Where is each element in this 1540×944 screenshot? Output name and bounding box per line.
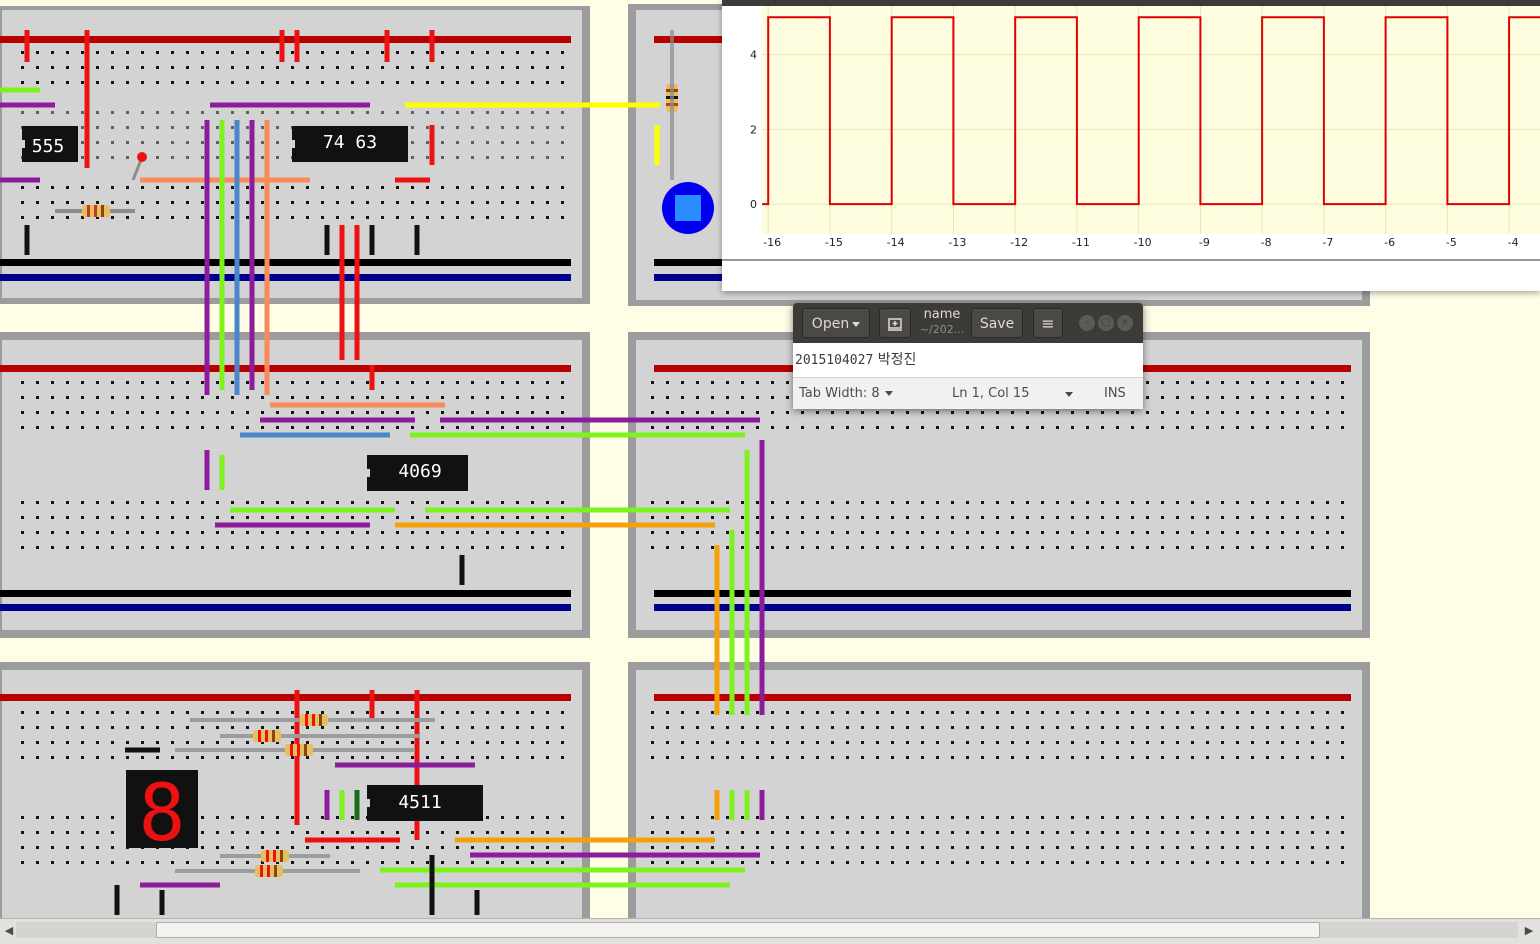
editor-headerbar: Open name ~/202... Save ≡ – □ × bbox=[793, 303, 1143, 343]
new-document-button[interactable] bbox=[879, 308, 911, 338]
scope-plot-background bbox=[762, 6, 1540, 234]
maximize-icon[interactable]: □ bbox=[1098, 315, 1114, 331]
x-tick-label: -11 bbox=[1072, 236, 1090, 249]
insert-mode[interactable]: INS bbox=[1104, 386, 1126, 401]
ic-4069[interactable]: 4069 bbox=[365, 455, 468, 491]
y-tick-label: 2 bbox=[750, 123, 757, 136]
chevron-down-icon bbox=[884, 391, 893, 396]
led-blue[interactable] bbox=[662, 182, 714, 234]
breadboard-3[interactable] bbox=[0, 332, 590, 638]
scroll-left-icon[interactable]: ◀ bbox=[2, 924, 16, 938]
x-tick-label: -5 bbox=[1446, 236, 1457, 249]
open-button[interactable]: Open bbox=[802, 308, 870, 338]
chevron-down-icon bbox=[852, 321, 861, 327]
svg-text:4511: 4511 bbox=[398, 792, 441, 813]
svg-text:555: 555 bbox=[32, 136, 65, 157]
y-tick-label: 4 bbox=[750, 49, 757, 62]
x-tick-label: -9 bbox=[1199, 236, 1210, 249]
svg-text:8: 8 bbox=[139, 769, 186, 859]
cursor-position[interactable]: Ln 1, Col 15 bbox=[952, 386, 1029, 401]
svg-text:74 63: 74 63 bbox=[323, 132, 377, 153]
x-tick-label: -6 bbox=[1384, 236, 1395, 249]
x-tick-label: -12 bbox=[1010, 236, 1028, 249]
ic-4511[interactable]: 4511 bbox=[365, 785, 483, 821]
close-icon[interactable]: × bbox=[1117, 315, 1133, 331]
text-editor-window[interactable]: Open name ~/202... Save ≡ – □ × 20151040… bbox=[793, 303, 1143, 409]
editor-statusbar: Tab Width: 8 Ln 1, Col 15 INS bbox=[793, 377, 1143, 409]
document-path: ~/202... bbox=[919, 323, 965, 336]
editor-content: 2015104027 bbox=[795, 353, 874, 368]
x-tick-label: -16 bbox=[763, 236, 781, 249]
open-label: Open bbox=[811, 316, 850, 332]
scope-plot: 4 2 0 -16 -15 -14 -13 -12 -11 -10 -9 -8 -7 -6 -5 -4 bbox=[722, 6, 1540, 261]
ic-555[interactable]: 555 bbox=[20, 126, 78, 162]
breadboard-6[interactable] bbox=[628, 662, 1370, 920]
x-tick-label: -13 bbox=[948, 236, 966, 249]
chevron-down-icon[interactable] bbox=[1065, 392, 1073, 397]
tab-width-label: Tab Width: 8 bbox=[799, 386, 880, 401]
x-tick-label: -14 bbox=[887, 236, 905, 249]
minimize-icon[interactable]: – bbox=[1079, 315, 1095, 331]
scroll-right-icon[interactable]: ▶ bbox=[1522, 924, 1536, 938]
hamburger-menu-icon[interactable]: ≡ bbox=[1033, 308, 1063, 338]
x-tick-label: -8 bbox=[1261, 236, 1272, 249]
x-tick-label: -10 bbox=[1134, 236, 1152, 249]
svg-text:4069: 4069 bbox=[398, 461, 441, 482]
x-tick-label: -4 bbox=[1508, 236, 1519, 249]
editor-text-area[interactable]: 2015104027 박정진 bbox=[793, 343, 1143, 377]
horizontal-scrollbar[interactable]: ◀ ▶ bbox=[0, 918, 1540, 944]
ic-7463[interactable]: 74 63 bbox=[290, 126, 408, 162]
save-button[interactable]: Save bbox=[971, 308, 1023, 338]
new-tab-icon bbox=[888, 318, 902, 331]
oscilloscope-window[interactable]: 4 2 0 -16 -15 -14 -13 -12 -11 -10 -9 -8 -7 -6 -5 -4 bbox=[722, 0, 1540, 291]
editor-content-name: 박정진 bbox=[877, 352, 917, 368]
y-tick-label: 0 bbox=[750, 198, 757, 211]
x-tick-label: -15 bbox=[825, 236, 843, 249]
document-name: name bbox=[923, 307, 961, 322]
tab-width-selector[interactable]: Tab Width: 8 bbox=[799, 386, 893, 401]
scroll-thumb[interactable] bbox=[156, 922, 1320, 938]
x-tick-label: -7 bbox=[1322, 236, 1333, 249]
document-title: name ~/202... bbox=[917, 307, 967, 337]
seven-segment-display[interactable]: 8 bbox=[126, 769, 198, 859]
